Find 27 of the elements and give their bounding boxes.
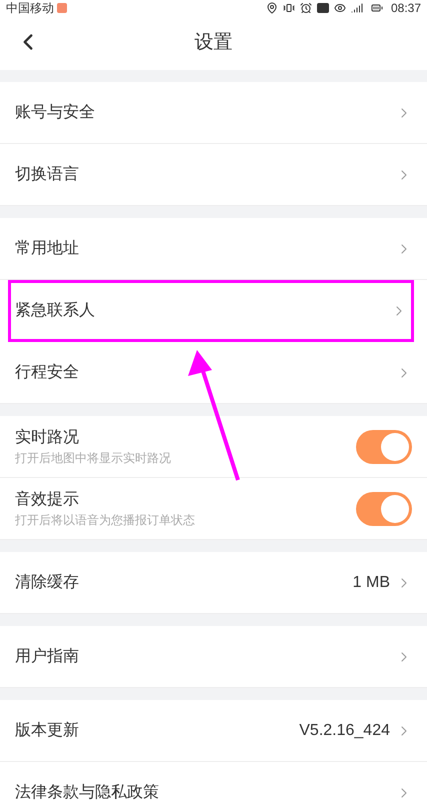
setting-label: 音效提示 xyxy=(15,490,80,510)
vibrate-icon xyxy=(282,2,295,14)
toggle-switch[interactable] xyxy=(356,430,412,464)
setting-description: 打开后地图中将显示实时路况 xyxy=(15,450,172,466)
carrier-name: 中国移动 xyxy=(6,2,54,14)
notification-icon xyxy=(57,3,67,13)
hd-icon xyxy=(316,3,329,13)
page-title: 设置 xyxy=(194,30,232,55)
setting-value: 1 MB xyxy=(352,572,390,592)
setting-label: 常用地址 xyxy=(15,238,80,258)
setting-label: 版本更新 xyxy=(15,720,80,740)
clock: 08:37 xyxy=(390,2,421,14)
alarm-icon xyxy=(300,2,312,14)
setting-label: 用户指南 xyxy=(15,646,80,666)
toggle-switch[interactable] xyxy=(356,492,412,526)
setting-label: 清除缓存 xyxy=(15,572,80,592)
setting-label: 行程安全 xyxy=(15,362,80,382)
setting-label: 账号与安全 xyxy=(15,102,96,122)
setting-label: 实时路况 xyxy=(15,428,80,448)
setting-label: 法律条款与隐私政策 xyxy=(15,782,160,802)
location-icon xyxy=(266,2,278,14)
setting-label: 紧急联系人 xyxy=(15,300,96,321)
setting-value: V5.2.16_424 xyxy=(299,720,390,740)
eye-icon xyxy=(334,2,346,14)
setting-label: 切换语言 xyxy=(15,164,80,184)
setting-description: 打开后将以语音为您播报订单状态 xyxy=(15,512,196,528)
settings-row[interactable]: 紧急联系人 xyxy=(8,280,414,342)
